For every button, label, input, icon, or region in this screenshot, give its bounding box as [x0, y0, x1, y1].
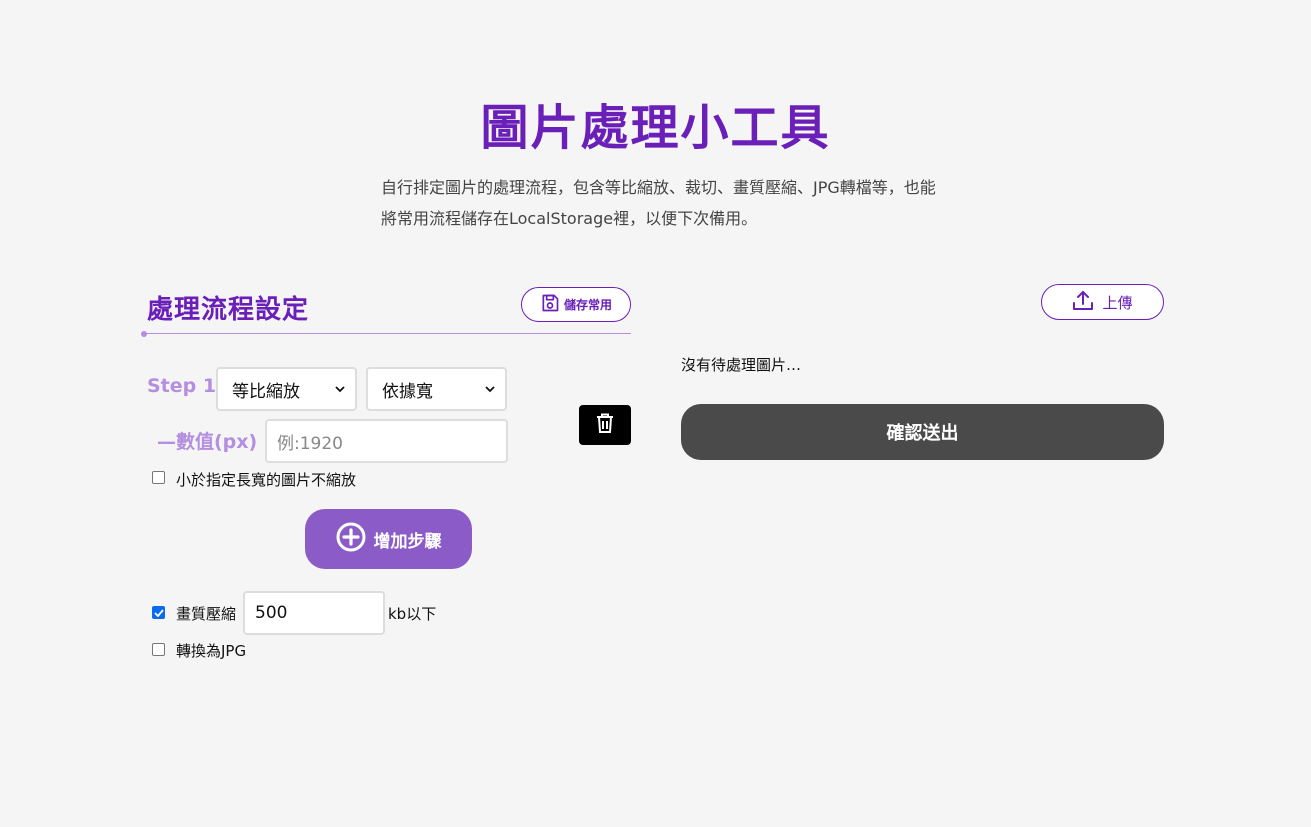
resize-mode-select-value: 依據寬 [382, 381, 433, 402]
chevron-down-icon [335, 382, 345, 396]
page-description: 自行排定圖片的處理流程，包含等比縮放、裁切、畫質壓縮、JPG轉檔等，也能將常用流… [381, 178, 936, 228]
floppy-disk-icon [540, 293, 560, 316]
upload-button[interactable]: 上傳 [1041, 284, 1164, 320]
plus-circle-icon [336, 522, 366, 557]
operation-select[interactable]: 等比縮放 [216, 367, 357, 411]
quality-size-input[interactable]: 500 [243, 591, 385, 635]
quality-unit-label: kb以下 [388, 605, 437, 623]
value-input[interactable]: 例:1920 [265, 419, 508, 463]
step-label: Step 1 [147, 375, 217, 397]
workflow-section-title: 處理流程設定 [147, 295, 310, 325]
convert-jpg-label: 轉換為JPG [176, 642, 247, 660]
add-step-label: 增加步驟 [373, 531, 442, 552]
no-upscale-label: 小於指定長寬的圖片不縮放 [176, 471, 357, 489]
trash-icon [596, 413, 614, 437]
chevron-down-icon [485, 382, 495, 396]
save-preset-label: 儲存常用 [563, 298, 612, 312]
section-divider-dot [141, 331, 147, 337]
save-preset-button[interactable]: 儲存常用 [521, 287, 631, 322]
quality-compress-checkbox[interactable] [152, 606, 165, 619]
upload-icon [1072, 289, 1094, 315]
resize-mode-select[interactable]: 依據寬 [366, 367, 507, 411]
add-step-button[interactable]: 增加步驟 [305, 509, 472, 569]
quality-compress-label: 畫質壓縮 [176, 605, 237, 623]
no-upscale-checkbox[interactable] [152, 471, 165, 484]
submit-label: 確認送出 [886, 423, 959, 444]
value-label: —數值(px) [157, 431, 258, 453]
convert-jpg-checkbox[interactable] [152, 643, 165, 656]
upload-label: 上傳 [1102, 293, 1133, 312]
delete-step-button[interactable] [579, 405, 631, 445]
page-title: 圖片處理小工具 [480, 100, 831, 156]
submit-button[interactable]: 確認送出 [681, 404, 1164, 460]
operation-select-value: 等比縮放 [232, 381, 300, 402]
section-divider [147, 333, 631, 334]
empty-queue-message: 沒有待處理圖片… [681, 356, 802, 374]
